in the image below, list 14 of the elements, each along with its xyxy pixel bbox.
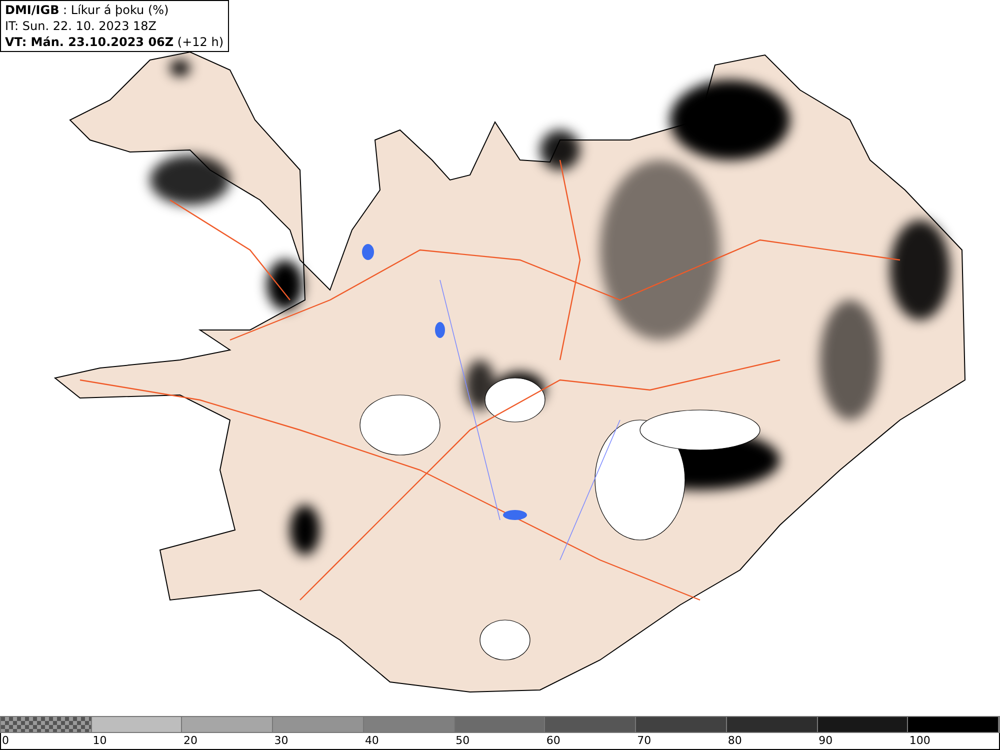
title-line: IT: Sun. 22. 10. 2023 18Z (5, 18, 158, 34)
legend-label: 10 (92, 733, 107, 749)
legend-label: 40 (364, 733, 379, 749)
legend-label: 20 (182, 733, 198, 749)
legend-label: 30 (273, 733, 288, 749)
title-line: VT: Mán. 23.10.2023 06Z (+12 h) (5, 34, 224, 50)
legend-label: 70 (636, 733, 652, 749)
legend-label: 0 (1, 733, 9, 749)
legend-label: 80 (726, 733, 742, 749)
legend-label: 100 (908, 733, 930, 749)
legend-label: 60 (545, 733, 560, 749)
legend-label: 50 (454, 733, 470, 749)
title-line: DMI/IGB : Líkur á þoku (%) (5, 2, 170, 18)
legend-label: 90 (818, 733, 833, 749)
